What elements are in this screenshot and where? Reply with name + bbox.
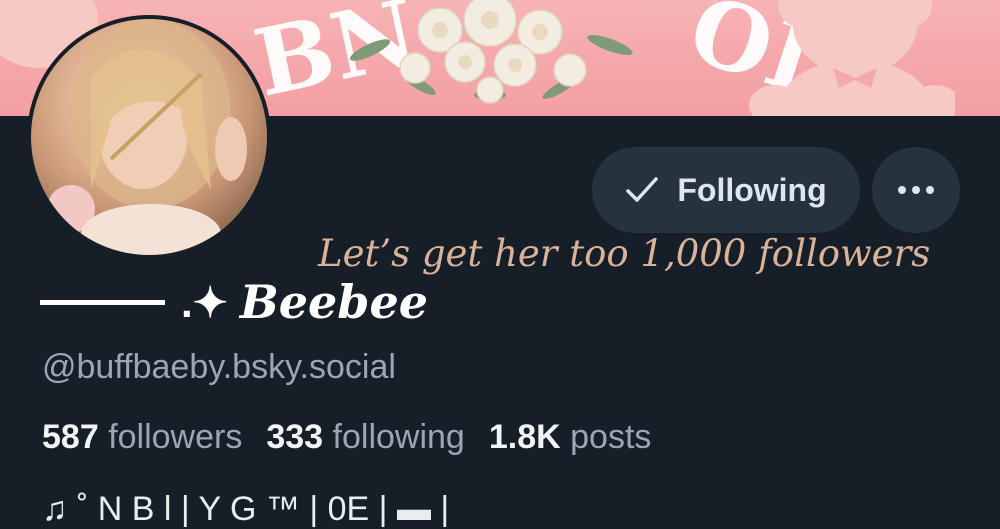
following-button-label: Following <box>677 171 827 208</box>
profile-stats: 587 followers 333 following 1.8K posts <box>42 418 651 457</box>
avatar-photo <box>47 19 247 255</box>
posts-stat: 1.8K posts <box>489 418 652 457</box>
following-stat[interactable]: 333 following <box>266 418 465 457</box>
followers-stat[interactable]: 587 followers <box>42 418 242 457</box>
teddy-bear-image <box>749 0 955 116</box>
followers-count: 587 <box>42 418 99 456</box>
display-name-row: .✦ Beebee <box>40 272 428 332</box>
ellipsis-icon <box>898 186 934 194</box>
more-options-button[interactable] <box>872 147 960 233</box>
flower-bouquet-image <box>349 0 633 104</box>
posts-label: posts <box>570 418 652 456</box>
checkmark-icon <box>626 177 659 202</box>
followers-label: followers <box>108 418 243 456</box>
following-label: following <box>332 418 465 456</box>
display-name: Beebee <box>239 275 428 329</box>
name-divider-line <box>40 299 165 305</box>
posts-count: 1.8K <box>488 418 561 456</box>
overlay-caption: Let’s get her too 1,000 followers <box>318 232 931 275</box>
profile-avatar[interactable] <box>27 15 271 259</box>
sparkle-icon: .✦ <box>181 278 228 326</box>
following-button[interactable]: Following <box>592 147 860 233</box>
following-count: 333 <box>266 418 324 456</box>
profile-handle: @buffbaeby.bsky.social <box>42 348 396 386</box>
